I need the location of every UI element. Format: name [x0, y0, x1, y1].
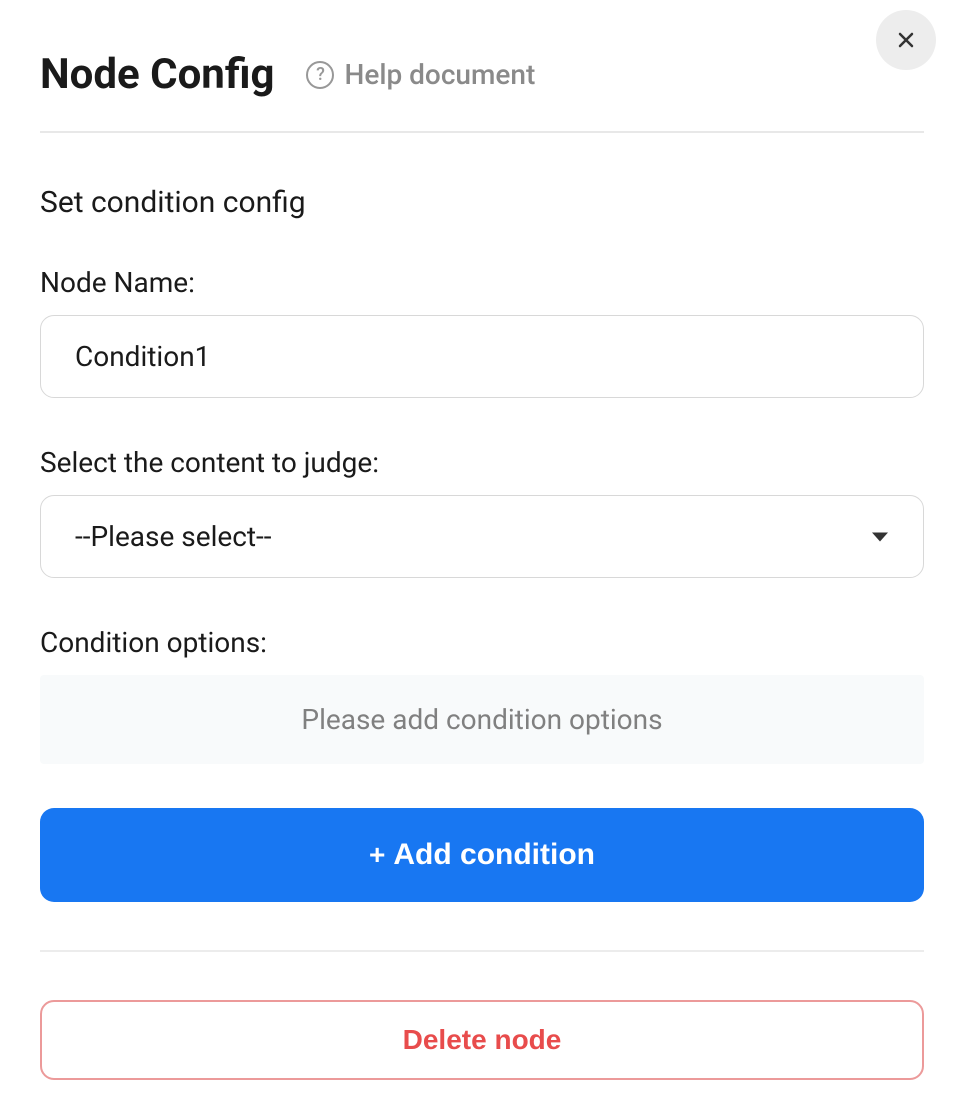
condition-options-label: Condition options: [40, 626, 924, 659]
add-condition-button[interactable]: + Add condition [40, 808, 924, 902]
content-judge-select[interactable]: --Please select-- [40, 495, 924, 578]
node-name-input[interactable] [40, 315, 924, 398]
bottom-divider [40, 950, 924, 952]
page-title: Node Config [40, 50, 274, 99]
delete-node-button[interactable]: Delete node [40, 1000, 924, 1080]
close-icon [894, 28, 918, 52]
node-name-label: Node Name: [40, 266, 924, 299]
section-label: Set condition config [40, 185, 924, 220]
close-button[interactable] [876, 10, 936, 70]
condition-options-empty: Please add condition options [40, 675, 924, 764]
help-icon: ? [306, 61, 334, 89]
plus-icon: + [369, 839, 385, 871]
add-condition-label: Add condition [393, 838, 595, 872]
header-divider [40, 131, 924, 133]
content-judge-label: Select the content to judge: [40, 446, 924, 479]
header: Node Config ? Help document [40, 50, 924, 99]
help-document-link[interactable]: ? Help document [306, 58, 535, 91]
help-label: Help document [344, 58, 535, 91]
